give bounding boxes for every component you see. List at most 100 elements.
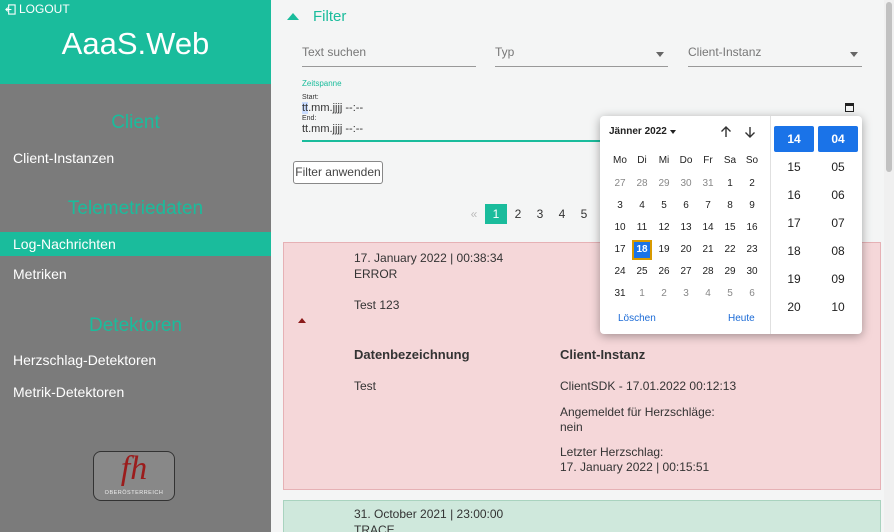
log-level: TRACE: [354, 523, 395, 532]
calendar-day[interactable]: 31: [610, 284, 630, 304]
calendar-day[interactable]: 18: [632, 240, 652, 260]
calendar-day[interactable]: 1: [632, 284, 652, 304]
sidebar: LOGOUT AaaS.Web Client Client-Instanzen …: [0, 0, 271, 532]
minute-option[interactable]: 05: [818, 154, 858, 180]
calendar-day[interactable]: 2: [654, 284, 674, 304]
calendar-icon[interactable]: [845, 103, 854, 112]
client-instance-select[interactable]: Client-Instanz: [688, 45, 862, 67]
type-select[interactable]: Typ: [495, 45, 668, 67]
calendar-day[interactable]: 22: [720, 240, 740, 260]
calendar-day[interactable]: 27: [676, 262, 696, 282]
search-input[interactable]: Text suchen: [302, 45, 476, 67]
calendar-day[interactable]: 14: [698, 218, 718, 238]
sidebar-item-log-messages[interactable]: Log-Nachrichten: [0, 232, 271, 256]
calendar-day[interactable]: 5: [720, 284, 740, 304]
prev-month-icon[interactable]: [719, 125, 733, 139]
logo-text: fh: [120, 450, 148, 487]
client-name-value: ClientSDK - 17.01.2022 00:12:13: [560, 379, 737, 393]
calendar-day[interactable]: 23: [742, 240, 762, 260]
page-4[interactable]: 4: [551, 204, 573, 224]
hour-option[interactable]: 16: [774, 182, 814, 208]
sidebar-item-metrics[interactable]: Metriken: [0, 262, 271, 286]
calendar-day[interactable]: 11: [632, 218, 652, 238]
hour-option[interactable]: 19: [774, 266, 814, 292]
calendar-day[interactable]: 27: [610, 174, 630, 194]
page-2[interactable]: 2: [507, 204, 529, 224]
minute-option[interactable]: 04: [818, 126, 858, 152]
calendar-day[interactable]: 17: [610, 240, 630, 260]
hour-option[interactable]: 20: [774, 294, 814, 320]
hour-option[interactable]: 14: [774, 126, 814, 152]
hour-option[interactable]: 15: [774, 154, 814, 180]
sidebar-item-metric-detectors[interactable]: Metrik-Detektoren: [0, 380, 271, 404]
client-placeholder: Client-Instanz: [688, 45, 762, 59]
page-1[interactable]: 1: [485, 204, 507, 224]
page-5[interactable]: 5: [573, 204, 595, 224]
calendar-day[interactable]: 9: [742, 196, 762, 216]
calendar-day[interactable]: 25: [632, 262, 652, 282]
data-name-value: Test: [354, 379, 377, 393]
calendar-day[interactable]: 1: [720, 174, 740, 194]
calendar-day[interactable]: 4: [698, 284, 718, 304]
sidebar-item-heartbeat-detectors[interactable]: Herzschlag-Detektoren: [0, 348, 271, 372]
calendar-day[interactable]: 10: [610, 218, 630, 238]
calendar-day[interactable]: 31: [698, 174, 718, 194]
page-3[interactable]: 3: [529, 204, 551, 224]
calendar-day[interactable]: 26: [654, 262, 674, 282]
weekday-label: So: [745, 155, 759, 166]
calendar-day[interactable]: 8: [720, 196, 740, 216]
calendar-day[interactable]: 13: [676, 218, 696, 238]
scrollbar[interactable]: [884, 0, 894, 532]
calendar-day[interactable]: 12: [654, 218, 674, 238]
start-date-field[interactable]: tt.mm.jjjj --:--: [302, 102, 860, 114]
start-date-rest: .mm.jjjj --:--: [308, 102, 364, 114]
calendar-day[interactable]: 6: [742, 284, 762, 304]
minute-option[interactable]: 08: [818, 238, 858, 264]
calendar-day[interactable]: 28: [698, 262, 718, 282]
calendar-day[interactable]: 2: [742, 174, 762, 194]
calendar-day[interactable]: 24: [610, 262, 630, 282]
apply-filter-button[interactable]: Filter anwenden: [293, 161, 383, 184]
filter-toggle[interactable]: Filter: [287, 8, 346, 25]
calendar-day[interactable]: 6: [676, 196, 696, 216]
minute-option[interactable]: 09: [818, 266, 858, 292]
calendar-day[interactable]: 29: [654, 174, 674, 194]
start-label: Start:: [302, 94, 319, 101]
logout-icon: [5, 3, 16, 15]
pagination-prev[interactable]: «: [463, 204, 485, 224]
calendar-day[interactable]: 28: [632, 174, 652, 194]
time-divider: [770, 116, 771, 334]
calendar-day[interactable]: 3: [676, 284, 696, 304]
hour-option[interactable]: 18: [774, 238, 814, 264]
calendar-day[interactable]: 21: [698, 240, 718, 260]
minute-option[interactable]: 10: [818, 294, 858, 320]
today-button[interactable]: Heute: [728, 313, 755, 324]
calendar-day[interactable]: 7: [698, 196, 718, 216]
pagination: « 1 2 3 4 5: [463, 204, 595, 224]
calendar-day[interactable]: 15: [720, 218, 740, 238]
calendar-day[interactable]: 29: [720, 262, 740, 282]
section-detectors: Detektoren: [89, 315, 182, 336]
next-month-icon[interactable]: [743, 125, 757, 139]
hour-option[interactable]: 17: [774, 210, 814, 236]
col-header-client: Client-Instanz: [560, 347, 646, 362]
month-year-select[interactable]: Jänner 2022: [609, 126, 676, 137]
calendar-day[interactable]: 16: [742, 218, 762, 238]
weekday-label: Di: [637, 155, 647, 166]
minute-option[interactable]: 06: [818, 182, 858, 208]
calendar-day[interactable]: 30: [742, 262, 762, 282]
logout-button[interactable]: LOGOUT: [5, 2, 70, 16]
calendar-day[interactable]: 3: [610, 196, 630, 216]
clear-button[interactable]: Löschen: [618, 313, 656, 324]
calendar-day[interactable]: 19: [654, 240, 674, 260]
collapse-details-icon[interactable]: [298, 318, 306, 323]
calendar-day[interactable]: 30: [676, 174, 696, 194]
calendar-day[interactable]: 5: [654, 196, 674, 216]
scrollbar-thumb[interactable]: [886, 2, 892, 172]
sidebar-item-client-instances[interactable]: Client-Instanzen: [0, 146, 271, 170]
calendar-day[interactable]: 4: [632, 196, 652, 216]
log-entry-card: 31. October 2021 | 23:00:00 TRACE: [283, 500, 881, 532]
minute-option[interactable]: 07: [818, 210, 858, 236]
weekday-label: Sa: [723, 155, 737, 166]
calendar-day[interactable]: 20: [676, 240, 696, 260]
